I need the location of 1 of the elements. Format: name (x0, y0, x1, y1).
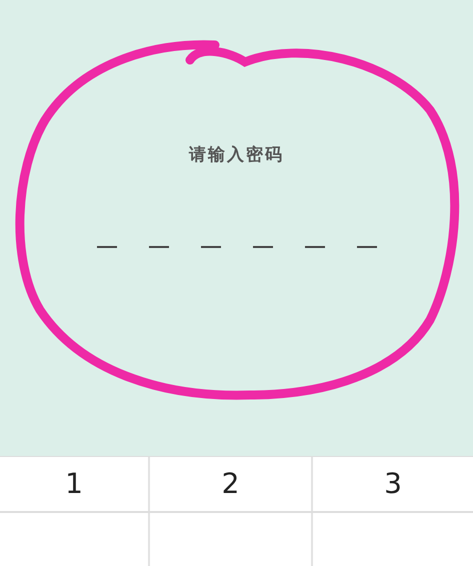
password-prompt: 请输入密码 (189, 144, 284, 166)
